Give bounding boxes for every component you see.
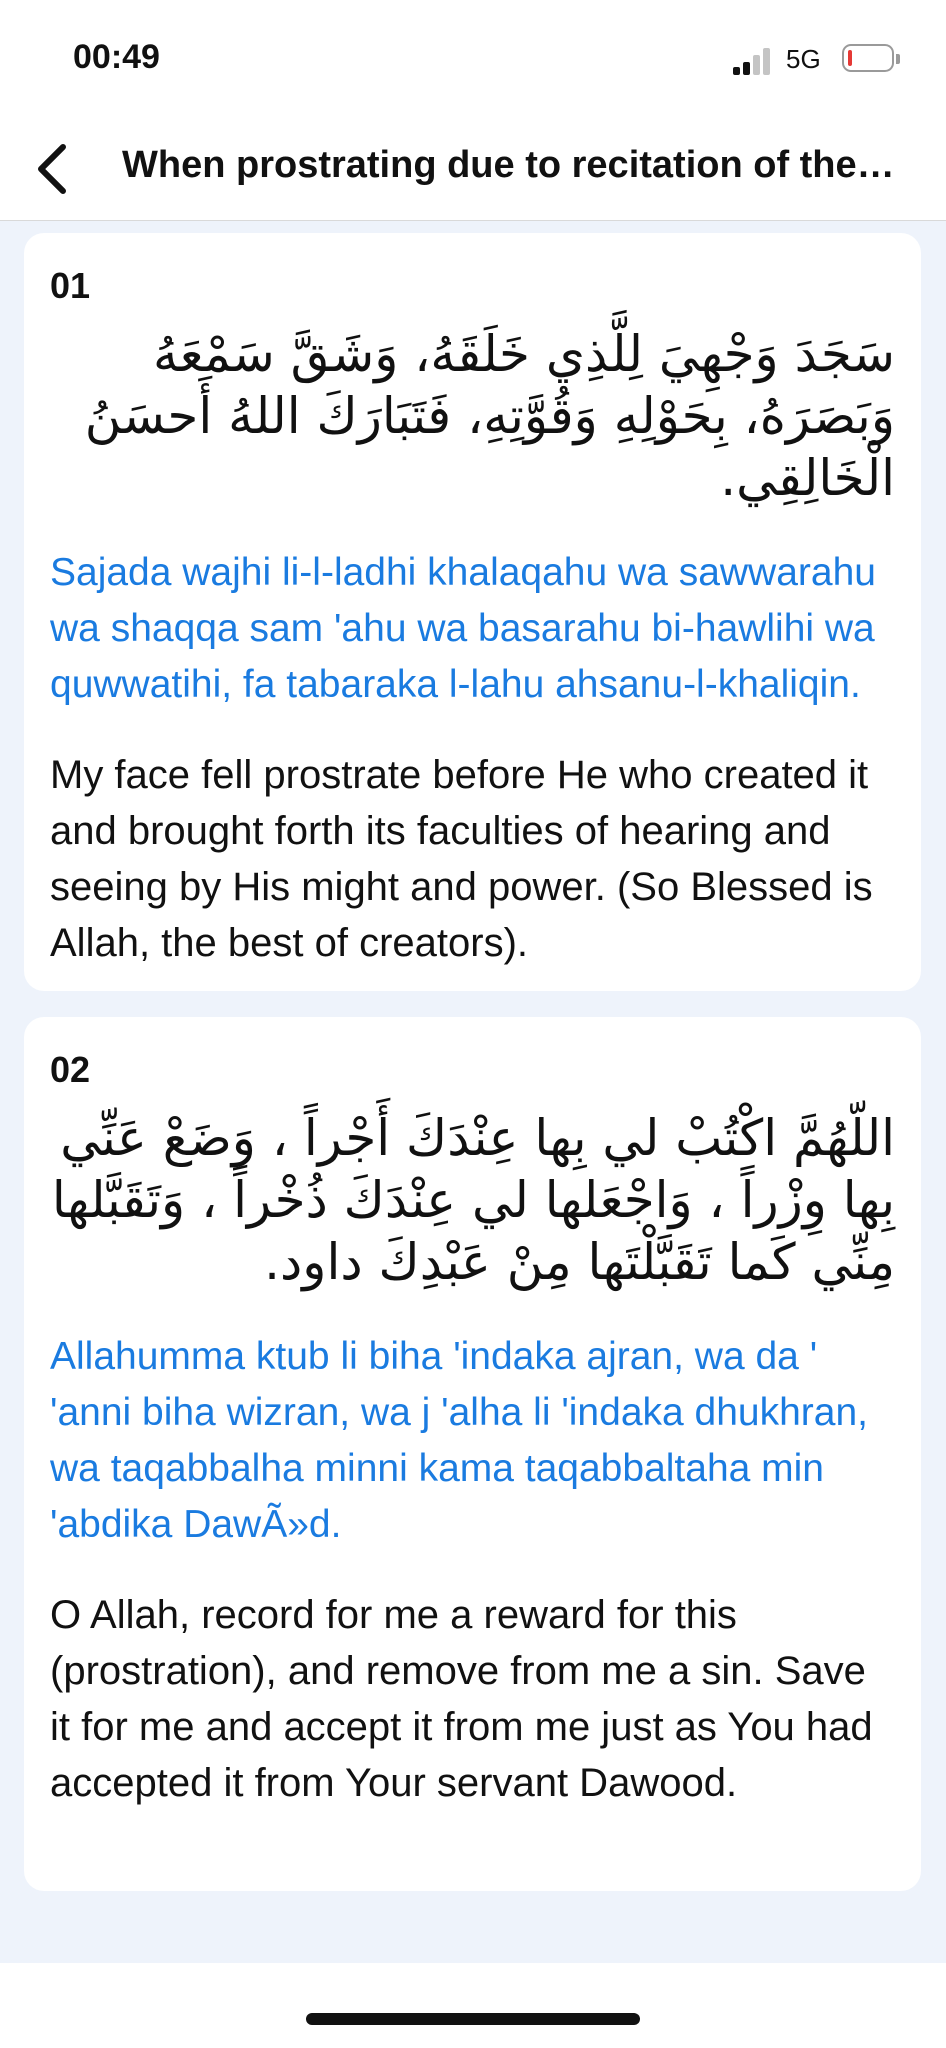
dua-number: 01 — [50, 265, 91, 306]
battery-level — [848, 50, 852, 66]
cellular-signal-icon — [733, 47, 771, 75]
dua-card: 02 اللّهُمَّ اكْتُبْ لي بِها عِنْدَكَ أَ… — [24, 1017, 921, 1891]
status-time: 00:49 — [73, 38, 160, 76]
network-type-label: 5G — [786, 44, 821, 74]
dua-transliteration: Sajada wajhi li-l-ladhi khalaqahu wa saw… — [50, 551, 876, 706]
dua-translation: O Allah, record for me a reward for this… — [50, 1593, 873, 1805]
battery-icon — [842, 44, 900, 72]
navigation-bar: When prostrating due to recitation of th… — [0, 118, 946, 221]
dua-list: 01 سَجَدَ وَجْهِيَ لِلَّذِي خَلَقَهُ، وَ… — [0, 221, 946, 1963]
back-button[interactable] — [22, 136, 82, 202]
status-bar: 00:49 5G — [0, 0, 946, 118]
dua-transliteration: Allahumma ktub li biha 'indaka ajran, wa… — [50, 1335, 868, 1546]
home-indicator[interactable] — [306, 2013, 640, 2025]
dua-card: 01 سَجَدَ وَجْهِيَ لِلَّذِي خَلَقَهُ، وَ… — [24, 233, 921, 991]
dua-translation: My face fell prostrate before He who cre… — [50, 753, 873, 965]
dua-arabic-text: اللّهُمَّ اكْتُبْ لي بِها عِنْدَكَ أَجْر… — [51, 1109, 895, 1291]
dua-number: 02 — [50, 1049, 91, 1090]
dua-arabic-text: سَجَدَ وَجْهِيَ لِلَّذِي خَلَقَهُ، وَشَق… — [84, 325, 895, 507]
chevron-left-icon — [38, 144, 66, 194]
page-title: When prostrating due to recitation of th… — [122, 144, 902, 186]
